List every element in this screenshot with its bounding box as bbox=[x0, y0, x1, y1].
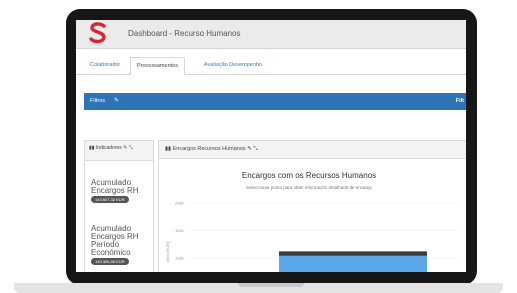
app-header: Dashboard - Recurso Humanos bbox=[76, 20, 466, 49]
bar-chart-icon: ▮▮ bbox=[89, 145, 95, 151]
kpi-label: Acumulado Encargos RH Período Económico bbox=[91, 224, 139, 257]
encargos-chart[interactable]: Valor (EUR) 200k 150k 100k bbox=[159, 193, 466, 272]
kpi-value-badge: 143.607,32 EUR bbox=[91, 196, 129, 203]
chart-panel-title: Encargos Recursos Humanos bbox=[172, 146, 246, 152]
bar-series-1[interactable] bbox=[279, 255, 427, 272]
kpi-label: Acumulado Encargos RH bbox=[91, 178, 139, 195]
tab-avaliacao-desempenho[interactable]: Avaliação Desempenho bbox=[198, 57, 268, 73]
app-logo-icon bbox=[89, 22, 106, 44]
kpi-value-badge: 149.306,99 EUR bbox=[91, 258, 129, 265]
chart-panel: ▮▮ Encargos Recursos Humanos ✎ ⤡ Encargo… bbox=[158, 140, 466, 272]
kpi-acumulado-encargos: Acumulado Encargos RH 143.607,32 EUR bbox=[91, 179, 151, 203]
bar-chart-icon: ▮▮ bbox=[165, 146, 172, 152]
pencil-icon[interactable]: ✎ bbox=[123, 145, 127, 151]
y-axis-label: Valor (EUR) bbox=[165, 241, 170, 263]
expand-icon[interactable]: ⤡ bbox=[253, 146, 257, 152]
y-tick-label: 150k bbox=[175, 228, 184, 233]
kpi-acumulado-encargos-periodo: Acumulado Encargos RH Período Económico … bbox=[91, 225, 151, 265]
page-title: Dashboard - Recurso Humanos bbox=[128, 29, 241, 38]
screen: Dashboard - Recurso Humanos Colaborador … bbox=[76, 20, 466, 272]
y-tick-label: 100k bbox=[175, 256, 184, 261]
pencil-icon[interactable]: ✎ bbox=[247, 146, 252, 152]
indicators-panel: ▮▮ Indicadores ✎ ⤡ Acumulado Encargos RH… bbox=[84, 140, 154, 272]
chart-panel-header: ▮▮ Encargos Recursos Humanos ✎ ⤡ bbox=[159, 141, 466, 159]
laptop-notch bbox=[238, 283, 304, 287]
tab-colaborador[interactable]: Colaborador bbox=[84, 57, 126, 73]
filters-bar[interactable]: Filtros ✎ Filt bbox=[84, 93, 466, 110]
expand-icon[interactable]: ⤡ bbox=[129, 145, 133, 151]
chart-title: Encargos com os Recursos Humanos bbox=[241, 171, 377, 180]
indicators-title: Indicadores bbox=[95, 145, 122, 151]
tab-bar: Colaborador Processamentos Avaliação Des… bbox=[76, 57, 466, 75]
tab-processamentos[interactable]: Processamentos bbox=[130, 57, 185, 75]
bar-series-2[interactable] bbox=[279, 251, 427, 256]
filters-right-label: Filt bbox=[455, 98, 464, 104]
y-tick-label: 200k bbox=[175, 201, 184, 206]
filters-label: Filtros bbox=[90, 98, 105, 104]
pencil-icon[interactable]: ✎ bbox=[114, 97, 119, 104]
indicators-header: ▮▮ Indicadores ✎ ⤡ bbox=[85, 141, 153, 161]
chart-subtitle: Seleccionar ponto para obter informação … bbox=[245, 185, 373, 190]
